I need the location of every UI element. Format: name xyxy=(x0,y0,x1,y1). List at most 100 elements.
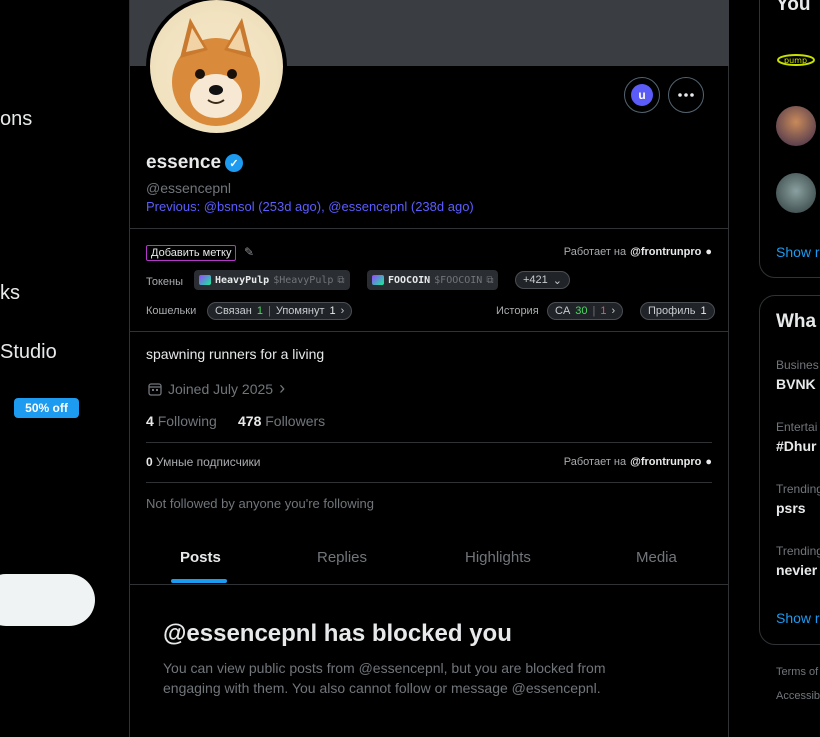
tokens-label: Токены xyxy=(146,276,184,288)
more-tokens-count: +421 xyxy=(523,274,548,286)
token-symbol: $FOOCOIN xyxy=(434,274,483,286)
divider xyxy=(130,584,729,585)
trend-category: Trending xyxy=(776,544,820,558)
panel-title: Wha xyxy=(776,311,817,332)
pill-separator: | xyxy=(267,305,271,317)
followers-link[interactable]: 478 Followers xyxy=(238,413,325,429)
profile-history-count: 1 xyxy=(700,305,707,317)
whats-happening-panel xyxy=(759,295,820,645)
profile-name: essence xyxy=(146,152,222,173)
works-at-handle[interactable]: @frontrunpro xyxy=(630,456,701,468)
suggested-avatar[interactable]: pump xyxy=(776,40,816,80)
tab-posts[interactable]: Posts xyxy=(180,549,221,566)
pencil-icon[interactable]: ✎ xyxy=(244,245,254,259)
suggested-avatar[interactable] xyxy=(776,106,816,146)
nav-item-bookmarks[interactable]: ks xyxy=(0,282,20,305)
pill-separator: | xyxy=(592,305,596,317)
trend-category: Entertai xyxy=(776,420,818,434)
active-tab-indicator xyxy=(171,579,227,583)
profile-handle: @essencepnl xyxy=(146,180,232,196)
extension-user-button[interactable]: u xyxy=(624,77,660,113)
history-profile-pill[interactable]: Профиль 1 xyxy=(640,302,715,320)
more-options-button[interactable] xyxy=(668,77,704,113)
profile-history-label: Профиль xyxy=(648,305,696,317)
following-link[interactable]: 4 Following xyxy=(146,413,217,429)
trend-category: Trending xyxy=(776,482,820,496)
chevron-down-icon: ⌄ xyxy=(552,274,562,287)
chevron-right-icon: › xyxy=(279,378,286,398)
ca-negative-count: 1 xyxy=(600,305,607,317)
token-chip[interactable]: HeavyPulp $HeavyPulp ⧉ xyxy=(194,270,350,290)
more-tokens-button[interactable]: +421 ⌄ xyxy=(515,271,570,289)
trend-name[interactable]: nevier xyxy=(776,562,817,578)
trend-name[interactable]: BVNK xyxy=(776,376,816,392)
works-at-label: Работает на xyxy=(563,246,627,258)
works-at-label: Работает на xyxy=(563,456,627,468)
chevron-right-icon: › xyxy=(611,305,616,317)
profile-column: u essence ✓ @essencepnl Previous: @bsnso… xyxy=(129,0,729,737)
add-tag-button[interactable]: Добавить метку xyxy=(146,245,237,261)
works-at-handle[interactable]: @frontrunpro xyxy=(630,246,701,258)
shiba-avatar-image xyxy=(150,0,283,133)
token-symbol: $HeavyPulp xyxy=(273,274,334,286)
copy-icon[interactable]: ⧉ xyxy=(337,275,344,286)
profile-avatar[interactable] xyxy=(146,0,287,137)
divider xyxy=(146,442,712,443)
wallets-label: Кошельки xyxy=(146,305,197,317)
nav-item-creator-studio[interactable]: Studio xyxy=(0,341,57,364)
post-button[interactable] xyxy=(0,574,95,626)
verified-badge-icon[interactable]: ✓ xyxy=(225,154,244,172)
calendar-icon xyxy=(148,382,162,396)
token-name: FOOCOIN xyxy=(388,274,431,286)
tab-media[interactable]: Media xyxy=(636,549,677,566)
more-dots-icon xyxy=(678,93,694,97)
promo-badge[interactable]: 50% off xyxy=(14,398,79,418)
footer-terms-link[interactable]: Terms of xyxy=(776,666,818,678)
tab-replies[interactable]: Replies xyxy=(317,549,367,566)
copy-icon[interactable]: ⧉ xyxy=(486,275,493,286)
wallets-pill[interactable]: Связан 1 | Упомянут 1 › xyxy=(207,302,353,320)
smart-followers-count: 0 xyxy=(146,455,153,469)
previous-handles[interactable]: Previous: @bsnsol (253d ago), @essencepn… xyxy=(146,199,474,214)
svg-text:pump: pump xyxy=(784,56,807,65)
smart-followers[interactable]: 0 Умные подписчики xyxy=(146,455,261,469)
blocked-title: @essencepnl has blocked you xyxy=(163,620,512,647)
history-label: История xyxy=(496,305,539,317)
history-ca-pill[interactable]: CA 30 | 1 › xyxy=(547,302,624,320)
profile-bio: spawning runners for a living xyxy=(146,346,325,362)
linked-count: 1 xyxy=(256,305,263,317)
show-more-link[interactable]: Show r xyxy=(776,610,820,626)
nav-item-notifications[interactable]: ons xyxy=(0,108,32,131)
followers-count: 478 xyxy=(238,413,262,429)
suggested-avatar[interactable] xyxy=(776,173,816,213)
mentioned-label: Упомянут xyxy=(275,305,325,317)
token-name: HeavyPulp xyxy=(215,274,270,286)
profile-name-row: essence ✓ xyxy=(146,152,244,174)
footer-accessibility-link[interactable]: Accessibi xyxy=(776,690,820,702)
frontrun-logo-icon: ● xyxy=(705,246,712,258)
tab-highlights[interactable]: Highlights xyxy=(465,549,531,566)
chevron-right-icon: › xyxy=(340,305,345,317)
joined-date[interactable]: Joined July 2025 › xyxy=(148,378,285,399)
divider xyxy=(146,482,712,483)
show-more-link[interactable]: Show r xyxy=(776,244,820,260)
panel-title: You xyxy=(776,0,811,15)
trend-name[interactable]: psrs xyxy=(776,500,806,516)
ca-positive-count: 30 xyxy=(575,305,588,317)
solana-icon xyxy=(199,275,211,285)
following-count: 4 xyxy=(146,413,154,429)
linked-label: Связан xyxy=(215,305,252,317)
user-letter-icon: u xyxy=(631,84,653,106)
logo-icon: pump xyxy=(777,54,815,66)
ca-label: CA xyxy=(555,305,571,317)
token-chip[interactable]: FOOCOIN $FOOCOIN ⧉ xyxy=(367,270,499,290)
joined-text: Joined July 2025 xyxy=(168,380,274,397)
smart-followers-label: Умные подписчики xyxy=(156,455,261,469)
trend-name[interactable]: #Dhur xyxy=(776,438,816,454)
frontrun-logo-icon: ● xyxy=(705,456,712,468)
works-at-secondary[interactable]: Работает на @frontrunpro ● xyxy=(564,456,712,468)
divider xyxy=(130,228,729,229)
mentioned-count: 1 xyxy=(329,305,336,317)
works-at[interactable]: Работает на @frontrunpro ● xyxy=(564,246,712,258)
following-label: Following xyxy=(157,413,217,429)
